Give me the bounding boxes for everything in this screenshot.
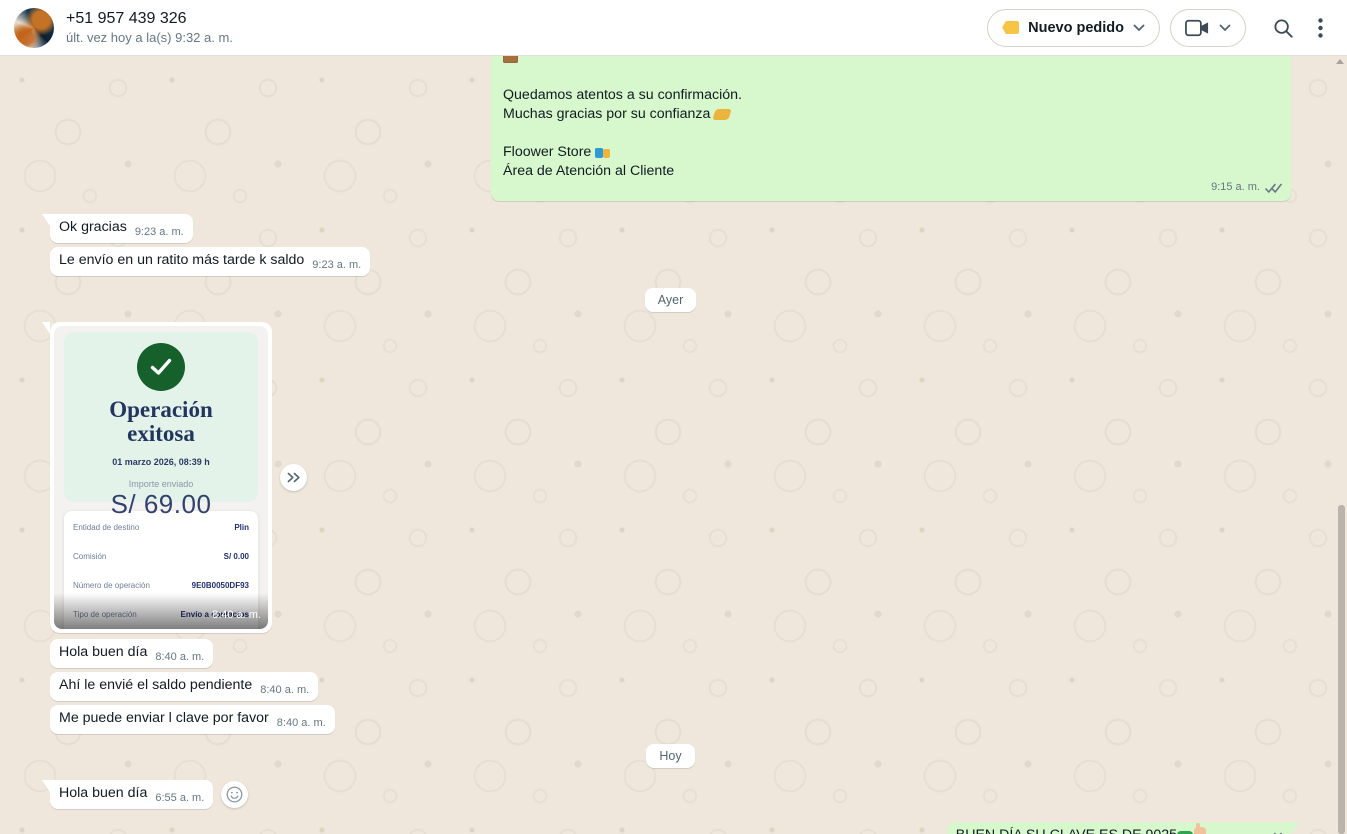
message-bubble-incoming[interactable]: Le envío en un ratito más tarde k saldo 9… xyxy=(50,247,370,276)
message-line: Quedamos atentos a su confirmación. xyxy=(503,86,1279,105)
react-emoji-button[interactable] xyxy=(221,781,248,808)
message-time: 9:23 a. m. xyxy=(312,259,361,271)
message-text: Me puede enviar l clave por favor xyxy=(59,710,269,726)
detail-label: Comisión xyxy=(73,547,106,566)
message-time: 8:40 a. m. xyxy=(212,606,261,625)
message-line: Floower Store xyxy=(503,143,1279,162)
receipt-image[interactable]: Operación exitosa 01 marzo 2026, 08:39 h… xyxy=(54,326,268,629)
contact-avatar[interactable] xyxy=(14,8,54,48)
forward-icon xyxy=(286,471,302,484)
date-divider-yesterday: Ayer xyxy=(645,288,696,312)
smiley-icon xyxy=(225,785,244,804)
message-text: Ahí le envié el saldo pendiente xyxy=(59,677,252,693)
scroll-up-arrow[interactable] xyxy=(1336,59,1344,64)
message-text: Floower Store xyxy=(503,144,591,160)
message-text: Hola buen día xyxy=(59,785,147,801)
new-order-button[interactable]: Nuevo pedido xyxy=(987,9,1160,47)
receipt-detail-row: Comisión S/ 0.00 xyxy=(73,542,249,571)
contact-last-seen: últ. vez hoy a la(s) 9:32 a. m. xyxy=(66,30,233,45)
message-bubble-incoming[interactable]: Ahí le envié el saldo pendiente 8:40 a. m… xyxy=(50,672,318,701)
receipt-status-card: Operación exitosa 01 marzo 2026, 08:39 h… xyxy=(64,332,258,502)
menu-button[interactable] xyxy=(1318,18,1323,38)
message-line: Muchas gracias por su confianza xyxy=(503,105,1279,124)
delivered-checks-icon xyxy=(1265,183,1282,194)
contact-name: +51 957 439 326 xyxy=(66,10,233,28)
order-tag-icon xyxy=(1002,21,1019,34)
forward-message-button[interactable] xyxy=(280,464,307,491)
video-camera-icon xyxy=(1185,19,1210,37)
kebab-menu-icon xyxy=(1318,18,1323,38)
image-message-bubble[interactable]: Operación exitosa 01 marzo 2026, 08:39 h… xyxy=(50,322,272,633)
scrollbar-thumb[interactable] xyxy=(1338,505,1345,834)
search-button[interactable] xyxy=(1272,17,1294,39)
message-list[interactable]: Quedamos atentos a su confirmación. Much… xyxy=(0,56,1347,834)
receipt-date: 01 marzo 2026, 08:39 h xyxy=(64,453,258,472)
detail-value: S/ 0.00 xyxy=(224,547,249,566)
message-time: 8:40 a. m. xyxy=(277,717,326,729)
message-text: Hola buen día xyxy=(59,644,147,660)
receipt-title: Operación exitosa xyxy=(64,398,258,446)
detail-value: Plin xyxy=(234,518,249,537)
new-order-label: Nuevo pedido xyxy=(1028,20,1124,36)
handshake-emoji-icon xyxy=(713,109,733,120)
message-text: Le envío en un ratito más tarde k saldo xyxy=(59,252,304,268)
date-divider-today: Hoy xyxy=(646,744,694,768)
message-bubble-incoming[interactable]: Ok gracias 9:23 a. m. xyxy=(50,214,193,243)
message-time: 8:40 a. m. xyxy=(260,684,309,696)
contact-info[interactable]: +51 957 439 326 últ. vez hoy a la(s) 9:3… xyxy=(66,10,233,45)
message-bubble-outgoing[interactable]: BUEN DÍA SU CLAVE ES DE 9025✓9:30 a. m. xyxy=(947,822,1291,834)
success-check-icon xyxy=(137,343,185,391)
message-bubble-incoming[interactable]: Hola buen día 6:55 a. m. xyxy=(50,780,213,809)
point-up-emoji-icon xyxy=(1194,827,1206,834)
message-text: Ok gracias xyxy=(59,219,127,235)
shopping-bags-emoji-icon xyxy=(595,145,611,158)
message-time: 9:15 a. m. xyxy=(1211,178,1260,197)
chevron-down-icon xyxy=(1219,24,1231,32)
package-emoji-icon xyxy=(503,56,518,63)
message-time: 6:55 a. m. xyxy=(155,792,204,804)
message-bubble-incoming[interactable]: Me puede enviar l clave por favor 8:40 a.… xyxy=(50,705,335,734)
message-line: Área de Atención al Cliente xyxy=(503,162,1279,181)
detail-label: Entidad de destino xyxy=(73,518,139,537)
message-time: 9:23 a. m. xyxy=(135,226,184,238)
chevron-down-icon xyxy=(1133,24,1145,32)
image-time-overlay: 8:40 a. m. xyxy=(54,593,268,629)
message-bubble-incoming[interactable]: Hola buen día 8:40 a. m. xyxy=(50,639,213,668)
search-icon xyxy=(1272,17,1294,39)
media-message-row: Operación exitosa 01 marzo 2026, 08:39 h… xyxy=(50,322,307,633)
message-row: Hola buen día 6:55 a. m. xyxy=(50,780,248,809)
header-actions: Nuevo pedido xyxy=(987,9,1323,47)
chat-header: +51 957 439 326 últ. vez hoy a la(s) 9:3… xyxy=(0,0,1347,56)
message-text: Muchas gracias por su confianza xyxy=(503,106,710,122)
message-time: 8:40 a. m. xyxy=(155,651,204,663)
message-text: BUEN DÍA SU CLAVE ES DE 9025 xyxy=(956,827,1177,834)
video-call-button[interactable] xyxy=(1170,9,1246,47)
message-line xyxy=(503,56,1279,67)
message-bubble-outgoing[interactable]: Quedamos atentos a su confirmación. Much… xyxy=(491,56,1291,201)
message-meta: 9:15 a. m. xyxy=(1211,178,1282,197)
